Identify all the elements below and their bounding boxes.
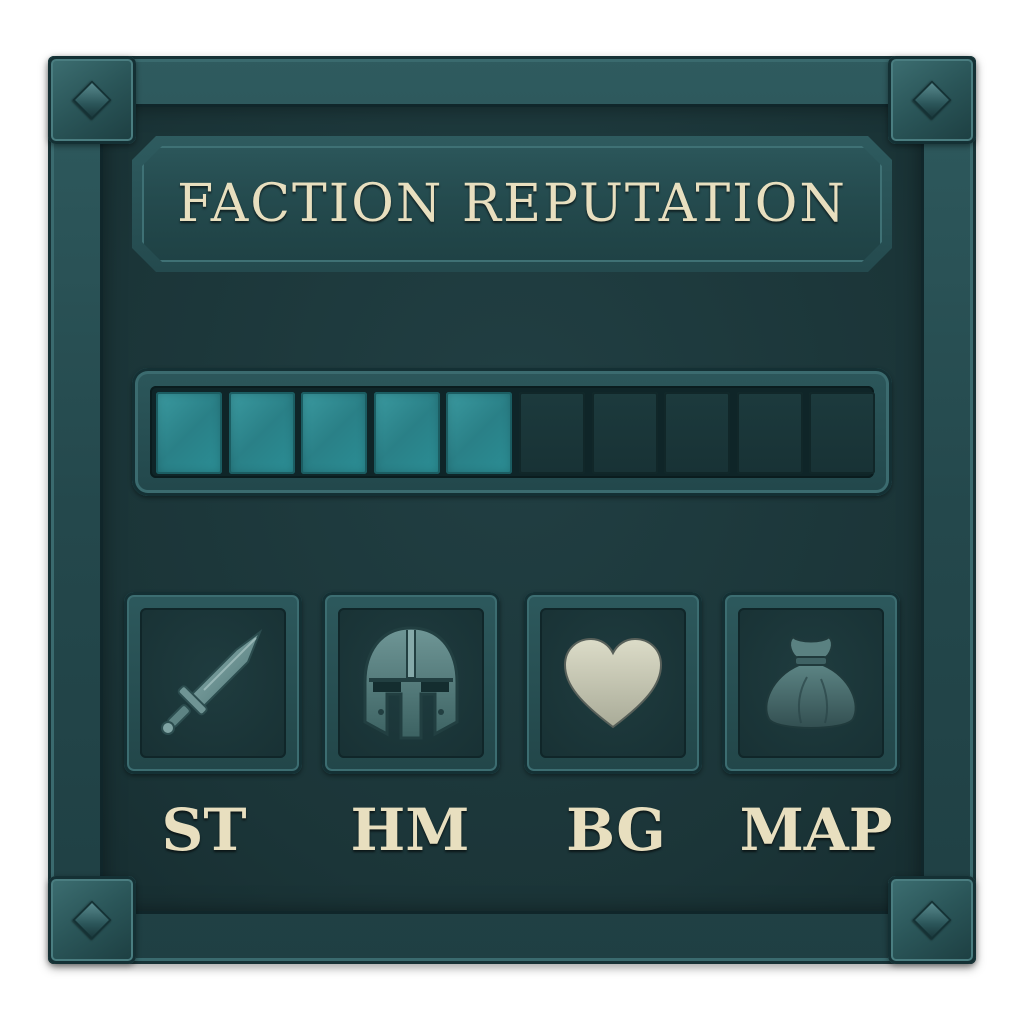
slot-bg[interactable] xyxy=(524,592,702,774)
slot-map[interactable] xyxy=(722,592,900,774)
window-title: FACTION REPUTATION xyxy=(177,174,847,234)
reputation-segment-filled xyxy=(373,392,440,474)
slot-hm[interactable] xyxy=(322,592,500,774)
reputation-segment-empty xyxy=(664,392,731,474)
helmet-icon xyxy=(363,626,459,740)
reputation-segment-filled xyxy=(228,392,295,474)
corner-ornament-bottom-right xyxy=(888,876,976,964)
slot-label-map: MAP xyxy=(739,796,893,864)
reputation-segment-filled xyxy=(156,392,222,474)
corner-ornament-bottom-left xyxy=(48,876,136,964)
reputation-segment-empty xyxy=(736,392,803,474)
heart-icon xyxy=(563,637,663,729)
slot-label-bg: BG xyxy=(566,796,666,864)
reputation-segment-empty xyxy=(809,392,876,474)
pouch-icon xyxy=(765,635,857,729)
sword-icon xyxy=(161,629,263,735)
corner-ornament-top-left xyxy=(48,56,136,144)
slot-label-st: ST xyxy=(161,796,247,864)
reputation-segment-empty xyxy=(519,392,585,474)
reputation-segment-empty xyxy=(591,392,658,474)
slot-st[interactable] xyxy=(124,592,302,774)
reputation-segment-filled xyxy=(446,392,513,474)
corner-ornament-top-right xyxy=(888,56,976,144)
reputation-segment-filled xyxy=(301,392,368,474)
slot-label-hm: HM xyxy=(350,796,470,864)
